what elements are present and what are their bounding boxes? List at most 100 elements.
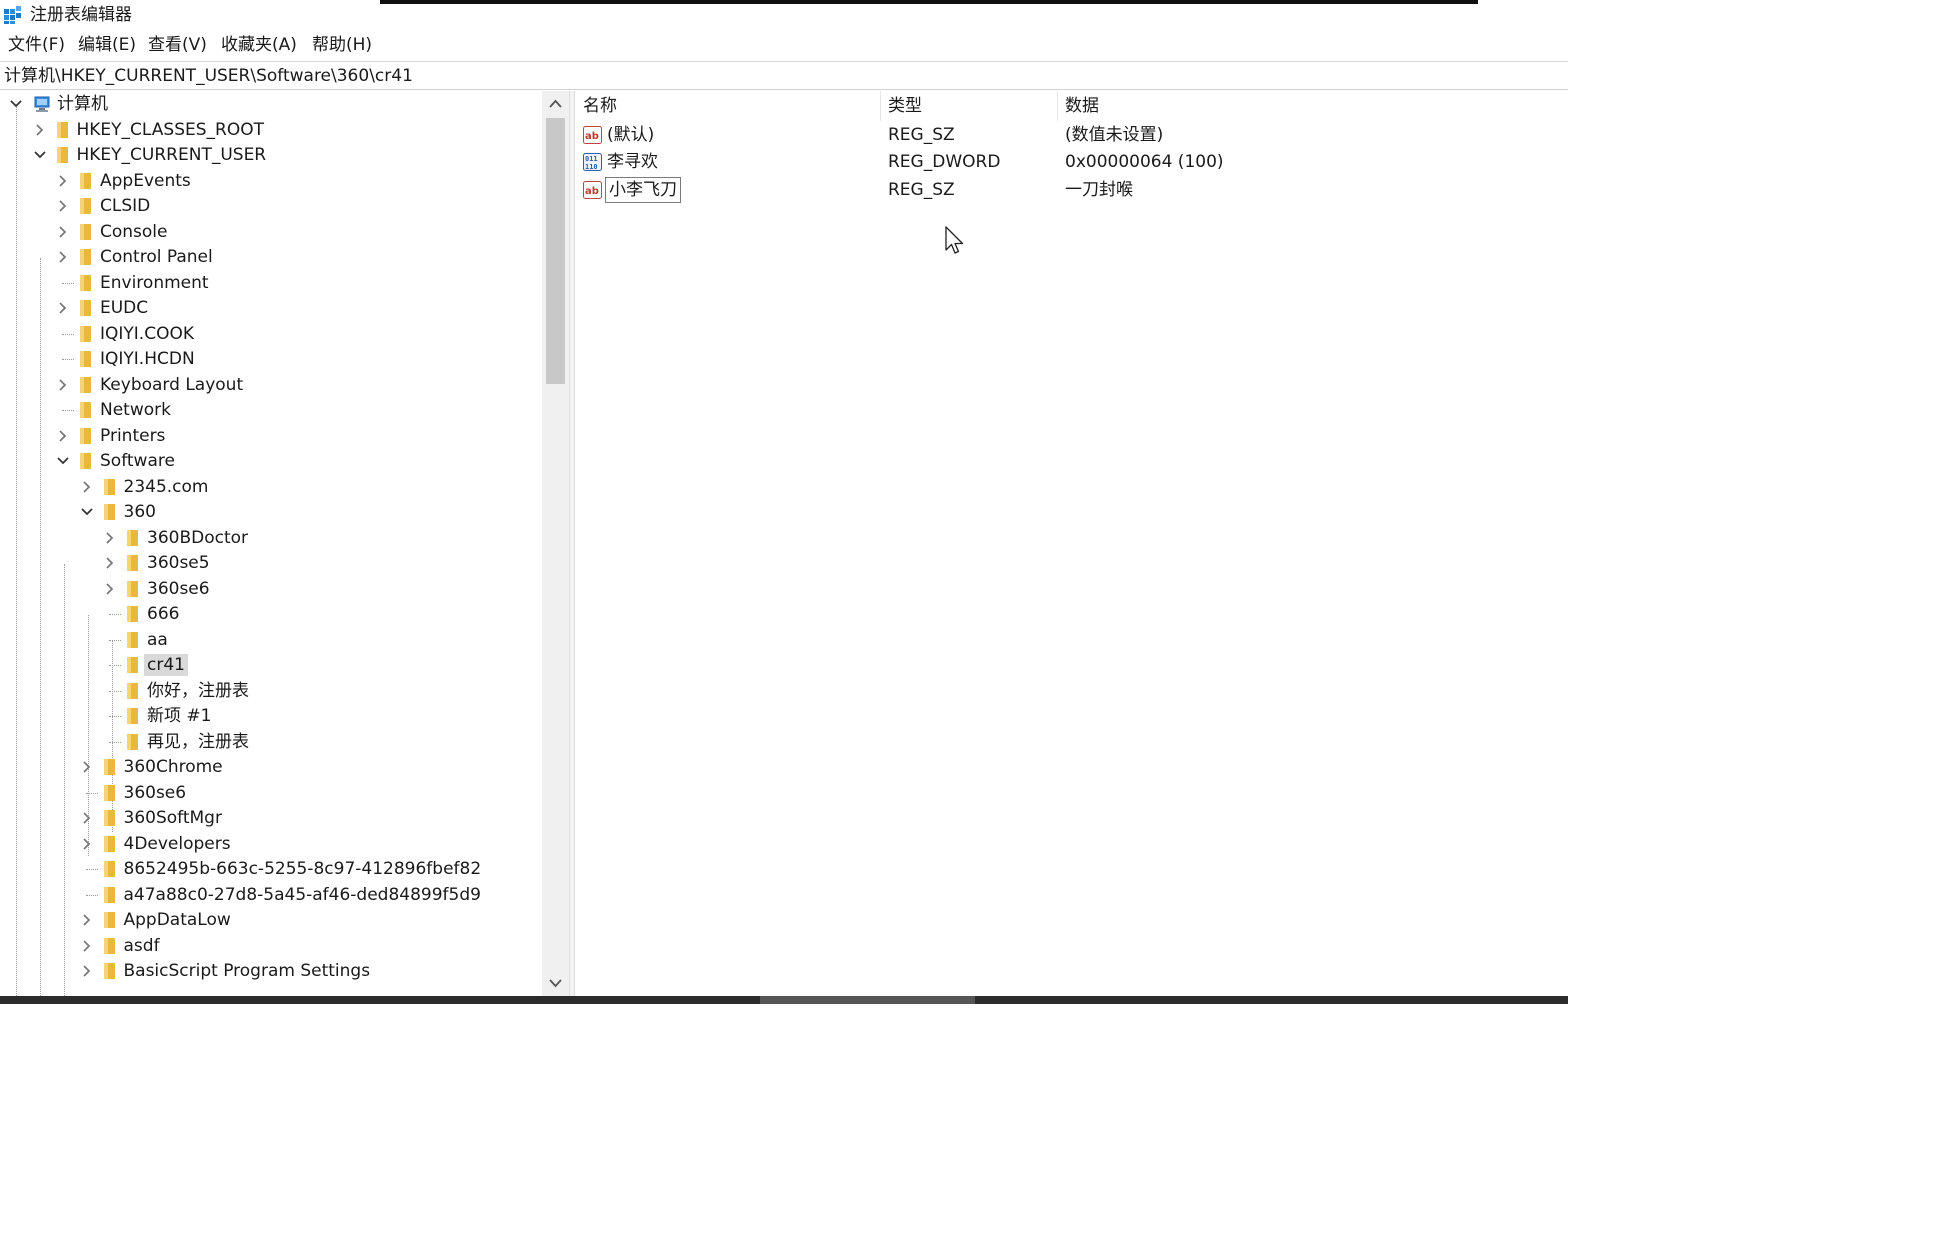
menu-favorites[interactable]: 收藏夹(A) [219,34,299,56]
tree-node[interactable]: HKEY_CURRENT_USER [0,143,540,168]
tree-node[interactable]: IQIYI.COOK [0,322,540,347]
column-divider[interactable] [880,91,881,121]
chevron-down-icon[interactable] [32,147,48,163]
chevron-right-icon[interactable] [55,300,71,316]
tree-node[interactable]: Network [0,398,540,423]
tree-node[interactable]: 计算机 [0,92,540,117]
menu-edit[interactable]: 编辑(E) [76,34,138,56]
column-header-data[interactable]: 数据 [1065,95,1099,117]
chevron-right-icon[interactable] [102,581,118,597]
folder-icon [80,427,91,444]
tree-node[interactable]: cr41 [0,653,540,678]
chevron-right-icon[interactable] [32,122,48,138]
chevron-right-icon[interactable] [79,479,95,495]
tree-node-label: Console [100,221,168,242]
value-row[interactable]: 011 110 李寻欢 REG_DWORD 0x00000064 (100) [575,149,1568,176]
tree-node[interactable]: 再见，注册表 [0,730,540,755]
chevron-down-icon[interactable] [8,96,24,112]
value-row[interactable]: ab (默认) REG_SZ (数值未设置) [575,122,1568,149]
value-data: 0x00000064 (100) [1065,152,1224,172]
tree-node[interactable]: 360BDoctor [0,526,540,551]
chevron-right-icon[interactable] [55,249,71,265]
tree-node[interactable]: Control Panel [0,245,540,270]
tree-node[interactable]: AppEvents [0,169,540,194]
chevron-right-icon[interactable] [55,224,71,240]
tree-node-label: a47a88c0-27d8-5a45-af46-ded84899f5d9 [123,884,481,905]
folder-icon [80,376,91,393]
tree-node[interactable]: Software [0,449,540,474]
chevron-right-icon[interactable] [79,912,95,928]
tree-node[interactable]: 360SoftMgr [0,806,540,831]
tree-scrollbar[interactable] [542,91,569,996]
tree-node[interactable]: 360Chrome [0,755,540,780]
folder-icon [103,912,115,928]
scroll-down-icon[interactable] [542,970,569,996]
chevron-right-icon[interactable] [102,555,118,571]
scroll-thumb[interactable] [546,118,565,384]
column-header-type[interactable]: 类型 [888,95,922,117]
tree-node[interactable]: 4Developers [0,832,540,857]
key-tree[interactable]: 计算机 HKEY_CLASSES_ROOT HKEY_CURRENT_USER App… [0,91,569,996]
folder-icon [80,172,91,189]
tree-node[interactable]: CLSID [0,194,540,219]
tree-connector [109,690,121,692]
value-name-edit-field[interactable]: 小李飞刀 [605,177,681,203]
tree-node[interactable]: a47a88c0-27d8-5a45-af46-ded84899f5d9 [0,883,540,908]
chevron-right-icon[interactable] [79,938,95,954]
chevron-right-icon[interactable] [55,198,71,214]
chevron-right-icon[interactable] [55,428,71,444]
tree-node[interactable]: 360se5 [0,551,540,576]
chevron-down-icon[interactable] [79,504,95,520]
chevron-right-icon[interactable] [79,836,95,852]
value-row[interactable]: ab 小李飞刀 REG_SZ 一刀封喉 [575,177,1568,204]
chevron-right-icon[interactable] [55,173,71,189]
scroll-up-icon[interactable] [542,91,569,117]
folder-icon [103,759,115,775]
chevron-right-icon[interactable] [55,377,71,393]
tree-node[interactable]: 360se6 [0,577,540,602]
column-divider[interactable] [1057,91,1058,121]
mouse-cursor-icon [945,226,964,254]
menu-view[interactable]: 查看(V) [146,34,209,56]
folder-icon [56,121,68,138]
chevron-down-icon[interactable] [55,453,71,469]
chevron-right-icon[interactable] [79,810,95,826]
tree-node-label: Control Panel [100,247,213,267]
column-header-name[interactable]: 名称 [583,95,617,117]
folder-icon [127,682,138,699]
chevron-right-icon[interactable] [79,759,95,775]
tree-node[interactable]: 360 [0,500,540,525]
tree-node-label: 360Chrome [123,757,223,777]
tree-node[interactable]: Console [0,220,540,245]
tree-node[interactable]: 666 [0,602,540,627]
tree-node-label: aa [147,629,168,650]
tree-node[interactable]: EUDC [0,296,540,321]
tree-node[interactable]: aa [0,628,540,653]
tree-node[interactable]: HKEY_CLASSES_ROOT [0,118,540,143]
tree-node[interactable]: IQIYI.HCDN [0,347,540,372]
tree-node-label: 360BDoctor [147,527,249,548]
chevron-right-icon[interactable] [102,530,118,546]
tree-node[interactable]: 你好，注册表 [0,679,540,704]
folder-icon [103,504,115,520]
tree-node[interactable]: 2345.com [0,475,540,500]
menu-file[interactable]: 文件(F) [6,34,67,56]
menu-help[interactable]: 帮助(H) [310,34,374,56]
tree-node[interactable]: Printers [0,424,540,449]
tree-node[interactable]: Environment [0,271,540,296]
tree-node[interactable]: 360se6 [0,781,540,806]
address-bar[interactable]: 计算机\HKEY_CURRENT_USER\Software\360\cr41 [0,61,1568,90]
tree-node[interactable]: BasicScript Program Settings [0,959,540,984]
chevron-right-icon[interactable] [79,963,95,979]
menu-bar: 文件(F) 编辑(E) 查看(V) 收藏夹(A) 帮助(H) [0,32,1568,58]
folder-icon [80,402,91,418]
tree-node[interactable]: AppDataLow [0,908,540,933]
tree-node[interactable]: asdf [0,934,540,959]
tree-node[interactable]: Keyboard Layout [0,373,540,398]
folder-icon [127,631,138,648]
tree-node[interactable]: 新项 #1 [0,704,540,729]
value-list[interactable]: 名称 类型 数据 ab (默认) REG_SZ (数值未设置) 011 110 … [575,91,1568,996]
value-type: REG_SZ [888,125,955,145]
address-path[interactable]: 计算机\HKEY_CURRENT_USER\Software\360\cr41 [4,65,413,87]
tree-node[interactable]: 8652495b-663c-5255-8c97-412896fbef82 [0,857,540,882]
